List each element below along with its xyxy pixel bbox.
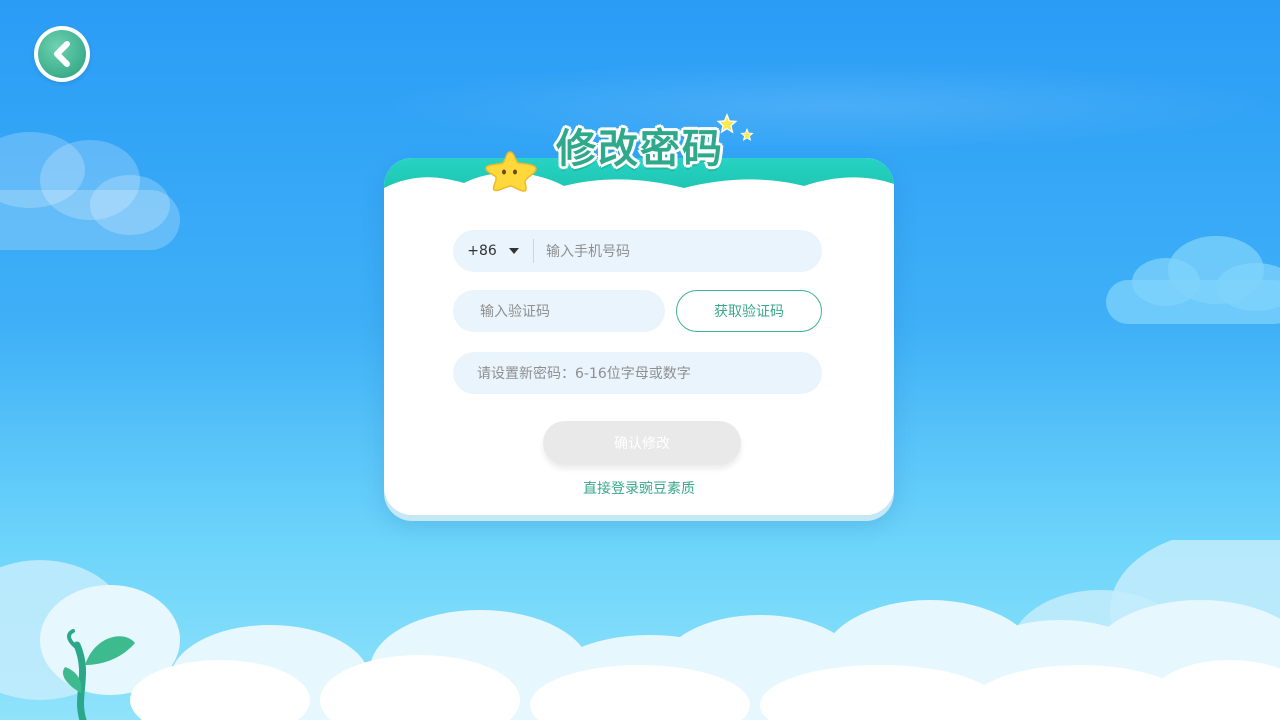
- star-mascot-icon: [485, 151, 537, 192]
- back-button-bg: [38, 30, 86, 78]
- code-input[interactable]: 输入验证码: [453, 290, 665, 332]
- chevron-left-icon: [54, 41, 70, 67]
- code-row: 输入验证码 获取验证码: [453, 290, 822, 332]
- confirm-button[interactable]: 确认修改: [543, 421, 741, 465]
- get-code-button[interactable]: 获取验证码: [676, 290, 822, 332]
- country-code-select[interactable]: +86: [453, 243, 533, 259]
- change-password-card: +86 输入手机号码 输入验证码 获取验证码 请设置新密码：6-16位字母或数字…: [384, 158, 894, 515]
- star-icon-small: [740, 128, 754, 142]
- direct-login-link[interactable]: 直接登录豌豆素质: [384, 478, 894, 498]
- phone-field[interactable]: +86 输入手机号码: [453, 230, 822, 272]
- country-code-value: +86: [467, 243, 497, 259]
- star-icon: [716, 113, 738, 134]
- new-password-input[interactable]: 请设置新密码：6-16位字母或数字: [453, 352, 822, 394]
- back-button[interactable]: [34, 26, 90, 82]
- sprout-icon: [62, 629, 135, 720]
- cloud-bank-bottom: [0, 540, 1280, 720]
- page-title: 修改密码: [556, 126, 724, 172]
- cloud-right: [1106, 236, 1280, 324]
- caret-down-icon: [508, 248, 519, 254]
- phone-input-placeholder[interactable]: 输入手机号码: [534, 241, 630, 261]
